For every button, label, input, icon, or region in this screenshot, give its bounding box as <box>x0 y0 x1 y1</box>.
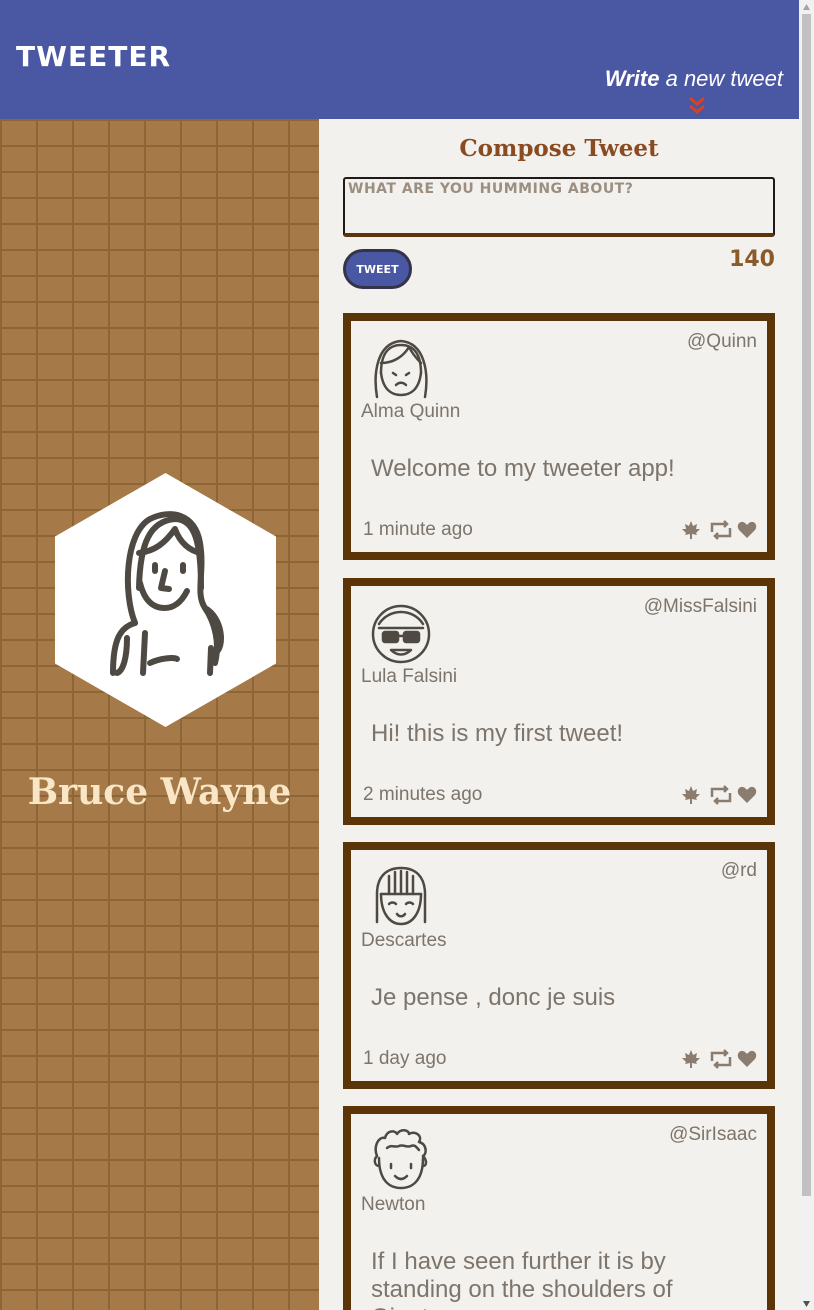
character-counter: 140 <box>729 247 775 272</box>
tweet-textarea[interactable] <box>343 177 775 237</box>
retweet-icon[interactable] <box>709 520 732 540</box>
heart-icon[interactable] <box>737 785 757 805</box>
tweet-actions <box>681 1048 757 1070</box>
tweet-actions <box>681 784 757 806</box>
write-bold-label: Write <box>604 66 660 91</box>
tweet-card: @rd Descartes Je pense , donc je suis 1 … <box>343 842 775 1089</box>
tweet-actions <box>681 519 757 541</box>
tweet-content: Hi! this is my first tweet! <box>371 720 624 747</box>
heart-icon[interactable] <box>737 520 757 540</box>
profile-sidebar: Bruce Wayne <box>0 119 319 1310</box>
tweet-handle[interactable]: @SirIsaac <box>669 1124 757 1146</box>
girl-avatar-icon <box>374 339 428 399</box>
brand-logo[interactable]: TWEETER <box>16 40 171 73</box>
scrollbar-thumb[interactable] <box>802 14 811 1196</box>
write-rest-label: a new tweet <box>665 66 783 91</box>
curly-hair-avatar-icon <box>373 1129 428 1190</box>
tweet-author-name: Alma Quinn <box>361 401 461 422</box>
compose-title: Compose Tweet <box>459 135 659 162</box>
tweet-handle[interactable]: @Quinn <box>687 331 757 353</box>
retweet-icon[interactable] <box>709 785 732 805</box>
page-scrollbar[interactable] <box>799 0 814 1310</box>
tweet-content: If I have seen further it is by standing… <box>371 1248 673 1310</box>
tweet-author-name: Descartes <box>361 930 447 951</box>
tweet-card: @Quinn Alma Quinn Welcome to my tweeter … <box>343 313 775 560</box>
retweet-icon[interactable] <box>709 1049 732 1069</box>
flag-icon[interactable] <box>681 520 701 540</box>
profile-avatar <box>55 473 276 727</box>
tweet-timestamp: 1 day ago <box>363 1048 447 1069</box>
tweet-card: @MissFalsini Lula Falsini Hi! this is my… <box>343 578 775 825</box>
tweet-author-name: Newton <box>361 1194 426 1215</box>
smiling-avatar-icon <box>375 866 427 926</box>
tweet-handle[interactable]: @MissFalsini <box>644 596 757 618</box>
tweet-timestamp: 2 minutes ago <box>363 784 483 805</box>
tweet-timestamp: 1 minute ago <box>363 519 473 540</box>
tweet-author-name: Lula Falsini <box>361 666 458 687</box>
heart-icon[interactable] <box>737 1049 757 1069</box>
navbar: TWEETER Write a new tweet <box>0 0 799 119</box>
flag-icon[interactable] <box>681 785 701 805</box>
main-content: Compose Tweet TWEET 140 @Quinn Alma Quin… <box>319 119 799 1310</box>
glasses-avatar-icon <box>371 604 431 664</box>
double-chevron-down-icon[interactable] <box>688 96 706 116</box>
tweet-card: @SirIsaac Newton If I have seen further … <box>343 1106 775 1310</box>
tweet-submit-button[interactable]: TWEET <box>343 249 412 289</box>
flag-icon[interactable] <box>681 1049 701 1069</box>
scroll-down-arrow-icon[interactable] <box>802 1300 811 1308</box>
tweet-content: Je pense , donc je suis <box>371 984 616 1011</box>
tweet-content: Welcome to my tweeter app! <box>371 455 675 482</box>
scroll-up-arrow-icon[interactable] <box>802 3 811 11</box>
tweet-handle[interactable]: @rd <box>721 860 757 882</box>
profile-name: Bruce Wayne <box>27 771 292 813</box>
write-tweet-link[interactable]: Write a new tweet <box>605 66 783 92</box>
